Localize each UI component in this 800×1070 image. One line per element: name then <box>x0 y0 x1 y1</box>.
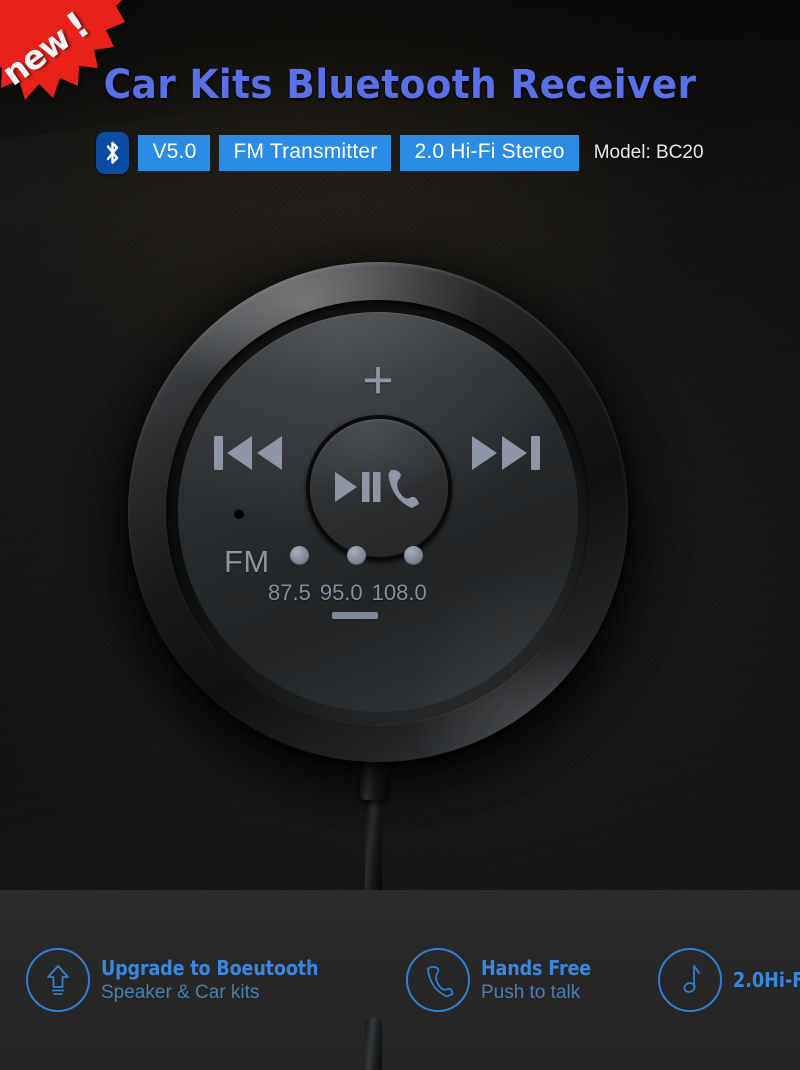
feature-text-hands-free: Hands Free Push to talk <box>481 956 606 1004</box>
product-marketing-image: + FM 87.5 95.0 108.0 new ! Car Kits Blue… <box>0 0 800 1070</box>
fm-selected-indicator <box>332 612 378 619</box>
fm-label: FM <box>224 544 270 579</box>
feature-text-upgrade: Upgrade to Boeutooth Speaker & Car kits <box>101 956 348 1004</box>
microphone-hole <box>234 509 244 519</box>
badge-stereo: 2.0 Hi-Fi Stereo <box>400 134 579 172</box>
fm-frequency-selector: FM 87.5 95.0 108.0 <box>224 544 534 654</box>
control-face: + FM 87.5 95.0 108.0 <box>178 312 578 712</box>
feature-bar: Upgrade to Boeutooth Speaker & Car kits … <box>0 890 800 1070</box>
fm-indicator-dots <box>290 546 423 565</box>
play-pause-call-button[interactable] <box>306 415 452 561</box>
feature-title: 2.0Hi-Fi Audio <box>733 968 800 992</box>
badge-version: V5.0 <box>138 134 211 172</box>
previous-track-icon <box>214 436 282 470</box>
fm-frequency-labels: 87.5 95.0 108.0 <box>268 580 427 606</box>
model-number: Model: BC20 <box>593 142 704 163</box>
audio-cable-plug <box>365 1018 382 1070</box>
fm-dot[interactable] <box>347 546 366 565</box>
upgrade-arrow-icon <box>26 948 90 1012</box>
phone-handset-icon <box>405 948 470 1012</box>
badge-fm-transmitter: FM Transmitter <box>219 134 392 172</box>
feature-title: Upgrade to Boeutooth <box>101 956 319 980</box>
audio-cable <box>365 794 382 890</box>
previous-track-button[interactable] <box>212 430 286 476</box>
bluetooth-rune-icon <box>107 141 119 164</box>
bluetooth-receiver-device: + FM 87.5 95.0 108.0 <box>128 262 628 762</box>
phone-handset-glyph <box>427 965 454 997</box>
fm-dot[interactable] <box>290 546 309 565</box>
feature-item-upgrade: Upgrade to Boeutooth Speaker & Car kits <box>26 948 348 1012</box>
fm-frequency-mid: 95.0 <box>319 580 363 605</box>
music-note-glyph <box>683 965 700 993</box>
feature-item-audio: 2.0Hi-Fi Audio <box>658 948 800 1012</box>
product-photo: + FM 87.5 95.0 108.0 new ! Car Kits Blue… <box>0 0 800 890</box>
feature-title: Hands Free <box>480 956 592 980</box>
cable-strain-relief <box>360 758 388 800</box>
fm-frequency-min: 87.5 <box>268 580 311 605</box>
volume-up-button[interactable]: + <box>346 348 410 412</box>
feature-subtitle: Speaker & Car kits <box>101 982 260 1003</box>
next-track-button[interactable] <box>468 430 542 476</box>
feature-subtitle: Push to talk <box>480 982 581 1003</box>
upgrade-arrow-glyph <box>47 965 69 995</box>
page-title: Car Kits Bluetooth Receiver <box>103 62 697 108</box>
feature-item-hands-free: Hands Free Push to talk <box>405 948 606 1012</box>
play-pause-call-icon <box>335 469 419 508</box>
fm-dot[interactable] <box>404 546 423 565</box>
spec-badge-row: V5.0 FM Transmitter 2.0 Hi-Fi Stereo Mod… <box>0 132 800 174</box>
fm-frequency-max: 108.0 <box>371 580 427 605</box>
bluetooth-icon <box>96 132 130 174</box>
music-note-icon <box>658 948 723 1012</box>
next-track-icon <box>472 436 540 470</box>
